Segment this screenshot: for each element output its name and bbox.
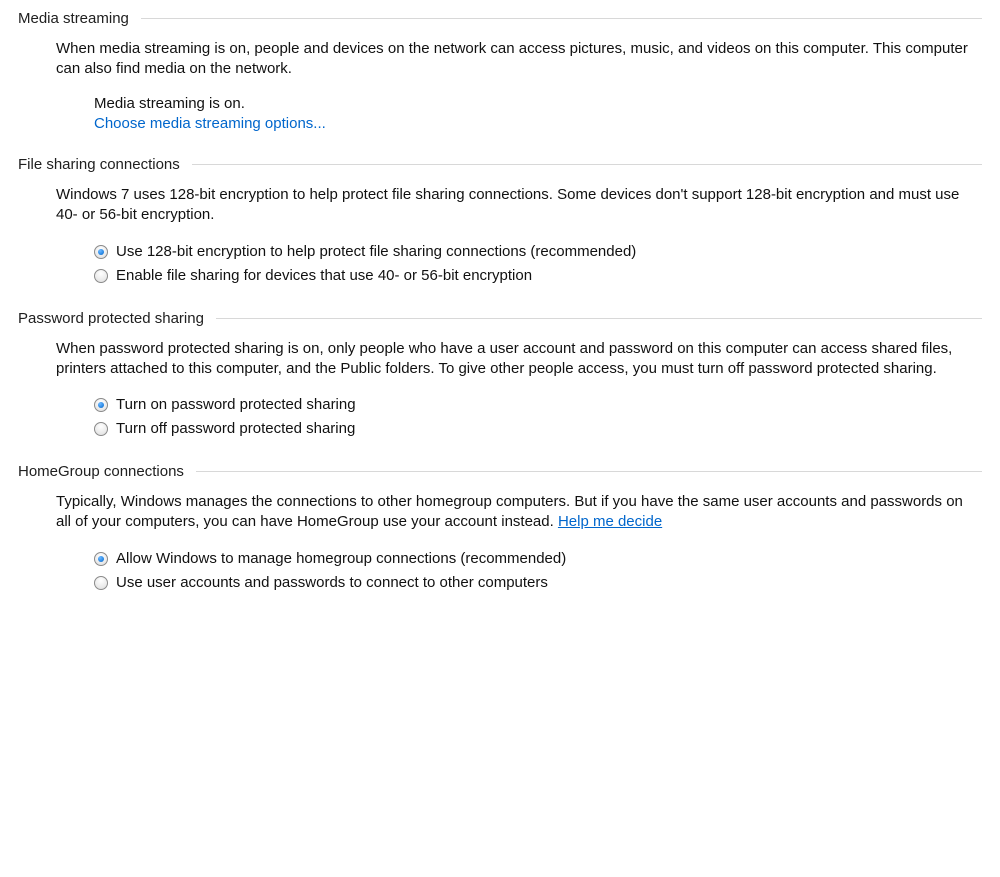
radio-label[interactable]: Turn on password protected sharing xyxy=(116,393,356,417)
homegroup-description-text: Typically, Windows manages the connectio… xyxy=(56,493,963,530)
radio-option-128bit[interactable]: Use 128-bit encryption to help protect f… xyxy=(94,240,972,264)
radio-label[interactable]: Allow Windows to manage homegroup connec… xyxy=(116,547,566,571)
section-title: Media streaming xyxy=(18,10,129,27)
homegroup-description: Typically, Windows manages the connectio… xyxy=(56,492,972,533)
radio-option-password-off[interactable]: Turn off password protected sharing xyxy=(94,417,972,441)
radio-icon[interactable] xyxy=(94,552,108,566)
section-body: When password protected sharing is on, o… xyxy=(18,339,982,442)
radio-icon[interactable] xyxy=(94,269,108,283)
section-password-sharing: Password protected sharing When password… xyxy=(18,310,982,442)
section-header: Password protected sharing xyxy=(18,310,982,327)
media-status: Media streaming is on. xyxy=(94,94,972,114)
file-sharing-description: Windows 7 uses 128-bit encryption to hel… xyxy=(56,185,972,226)
password-description: When password protected sharing is on, o… xyxy=(56,339,972,380)
section-rule xyxy=(192,164,982,165)
section-body: Windows 7 uses 128-bit encryption to hel… xyxy=(18,185,982,288)
radio-label[interactable]: Use user accounts and passwords to conne… xyxy=(116,571,548,595)
section-rule xyxy=(141,18,982,19)
section-title: File sharing connections xyxy=(18,156,180,173)
radio-label[interactable]: Use 128-bit encryption to help protect f… xyxy=(116,240,636,264)
radio-option-40-56bit[interactable]: Enable file sharing for devices that use… xyxy=(94,264,972,288)
radio-label[interactable]: Turn off password protected sharing xyxy=(116,417,355,441)
section-body: Typically, Windows manages the connectio… xyxy=(18,492,982,595)
radio-icon[interactable] xyxy=(94,576,108,590)
section-file-sharing: File sharing connections Windows 7 uses … xyxy=(18,156,982,288)
radio-icon[interactable] xyxy=(94,245,108,259)
password-radio-group: Turn on password protected sharing Turn … xyxy=(56,393,972,441)
radio-option-password-on[interactable]: Turn on password protected sharing xyxy=(94,393,972,417)
media-status-block: Media streaming is on. Choose media stre… xyxy=(56,94,972,135)
radio-icon[interactable] xyxy=(94,422,108,436)
advanced-sharing-settings-page: Media streaming When media streaming is … xyxy=(0,0,1000,637)
section-body: When media streaming is on, people and d… xyxy=(18,39,982,134)
section-title: Password protected sharing xyxy=(18,310,204,327)
homegroup-radio-group: Allow Windows to manage homegroup connec… xyxy=(56,547,972,595)
media-description: When media streaming is on, people and d… xyxy=(56,39,972,80)
section-rule xyxy=(196,471,982,472)
radio-option-windows-manage[interactable]: Allow Windows to manage homegroup connec… xyxy=(94,547,972,571)
file-sharing-radio-group: Use 128-bit encryption to help protect f… xyxy=(56,240,972,288)
section-title: HomeGroup connections xyxy=(18,463,184,480)
section-rule xyxy=(216,318,982,319)
section-header: File sharing connections xyxy=(18,156,982,173)
section-media-streaming: Media streaming When media streaming is … xyxy=(18,10,982,134)
radio-icon[interactable] xyxy=(94,398,108,412)
section-header: Media streaming xyxy=(18,10,982,27)
media-options-link[interactable]: Choose media streaming options... xyxy=(94,115,326,132)
radio-label[interactable]: Enable file sharing for devices that use… xyxy=(116,264,532,288)
section-header: HomeGroup connections xyxy=(18,463,982,480)
help-me-decide-link[interactable]: Help me decide xyxy=(558,513,662,530)
radio-option-user-accounts[interactable]: Use user accounts and passwords to conne… xyxy=(94,571,972,595)
section-homegroup: HomeGroup connections Typically, Windows… xyxy=(18,463,982,595)
